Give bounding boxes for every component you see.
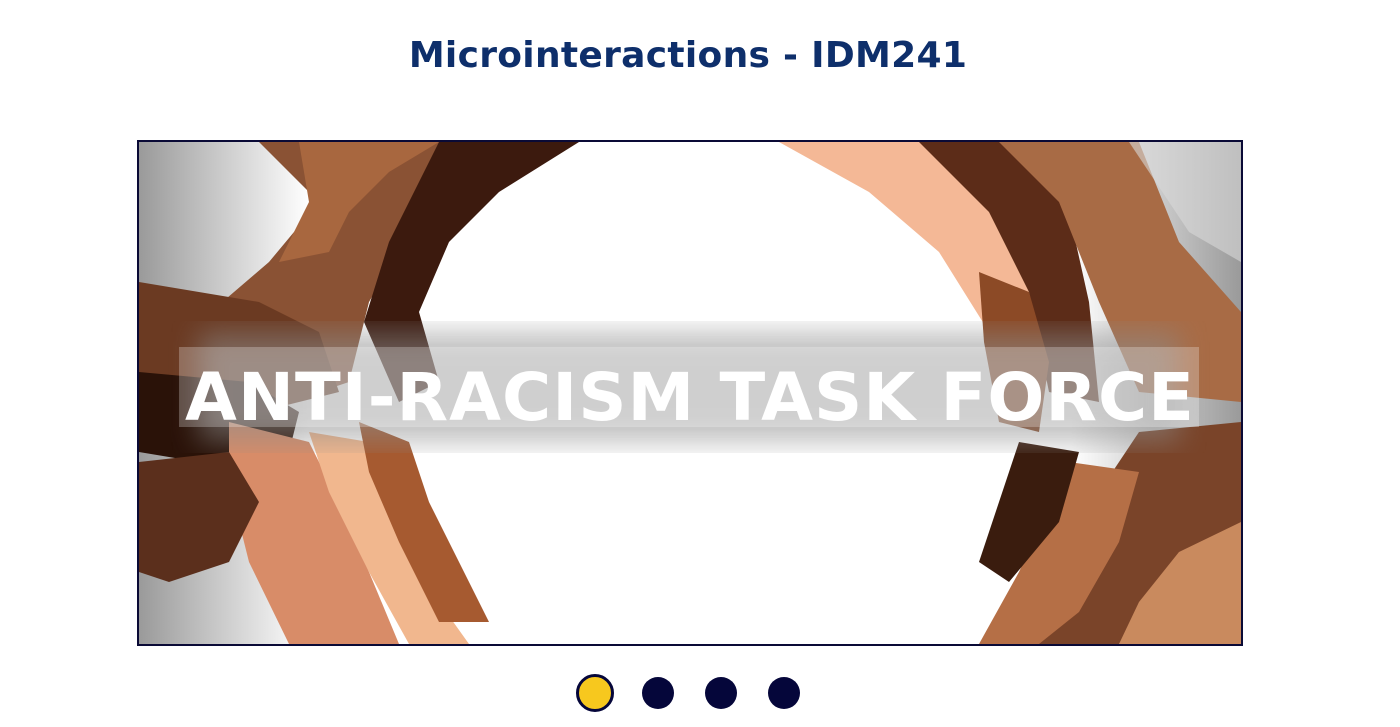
carousel-dot-4[interactable] [768, 677, 800, 709]
carousel-pagination [576, 674, 800, 712]
carousel-dot-2[interactable] [642, 677, 674, 709]
carousel-slide: ANTI-RACISM TASK FORCE [137, 140, 1243, 646]
slide-caption: ANTI-RACISM TASK FORCE [185, 359, 1195, 436]
carousel-dot-3[interactable] [705, 677, 737, 709]
slide-image: ANTI-RACISM TASK FORCE [139, 142, 1241, 644]
carousel-dot-1[interactable] [576, 674, 614, 712]
page-title: Microinteractions - IDM241 [408, 35, 968, 76]
